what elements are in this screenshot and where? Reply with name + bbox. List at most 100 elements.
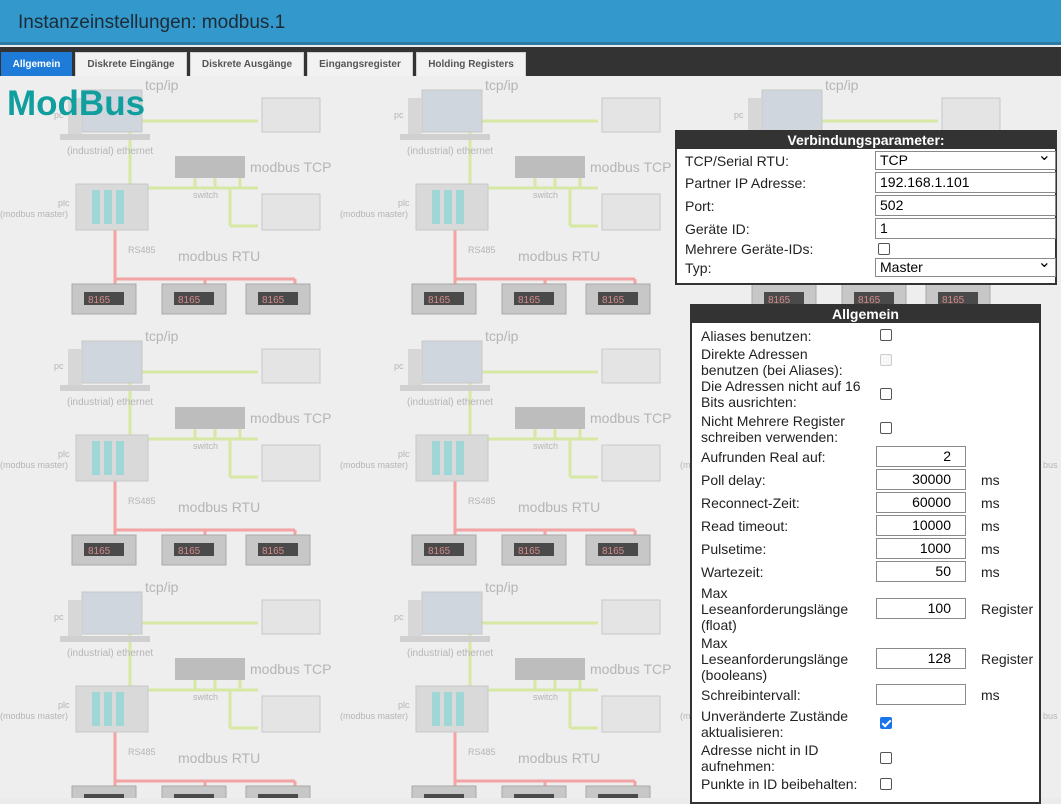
rs485-label: RS485 xyxy=(468,496,496,506)
tcp-device xyxy=(601,348,661,384)
modbus-rtu-label: modbus RTU xyxy=(178,499,260,515)
modbus-tcp-label: modbus TCP xyxy=(250,410,331,426)
read-timeout-input[interactable]: 10000 xyxy=(876,515,966,536)
pc-tower xyxy=(408,600,422,638)
plc-label: plc xyxy=(58,198,70,208)
modbus-tcp-label: modbus TCP xyxy=(590,410,671,426)
reconnect-label: Reconnect-Zeit: xyxy=(701,495,800,511)
plc-label: plc xyxy=(398,700,410,710)
tcp-device xyxy=(261,695,321,733)
switch-device xyxy=(515,156,585,178)
pc-monitor xyxy=(421,591,483,635)
ethernet-label: (industrial) ethernet xyxy=(67,146,153,157)
plc-module xyxy=(116,441,124,475)
pulsetime-input[interactable]: 1000 xyxy=(876,538,966,559)
mode-select[interactable]: TCP xyxy=(875,151,1056,170)
tcpip-label: tcp/ip xyxy=(485,579,519,595)
pc-label: pc xyxy=(394,612,404,622)
tcp-device xyxy=(261,348,321,384)
rs485-label: RS485 xyxy=(128,245,156,255)
tab-allgemein[interactable]: Allgemein xyxy=(1,52,72,76)
pc-tower xyxy=(68,600,82,638)
keep-points-checkbox[interactable] xyxy=(880,778,892,790)
plc-module xyxy=(444,692,452,726)
tcp-device xyxy=(601,444,661,482)
round-real-input[interactable]: 2 xyxy=(876,446,966,467)
mode-label: TCP/Serial RTU: xyxy=(685,153,789,169)
tcpip-label: tcp/ip xyxy=(145,579,179,595)
plc-module xyxy=(444,190,452,224)
ip-label: Partner IP Adresse: xyxy=(685,175,807,191)
plc-module xyxy=(116,692,124,726)
plc-module xyxy=(432,441,440,475)
tcp-device xyxy=(261,444,321,482)
read-timeout-unit: ms xyxy=(981,518,1000,534)
max-read-bool-unit: Register xyxy=(981,651,1034,667)
no-multi-write-checkbox[interactable] xyxy=(880,422,892,434)
edge-label-fragment: bus xyxy=(1043,711,1058,721)
device-id-input[interactable]: 1 xyxy=(875,218,1056,239)
tcpip-label: tcp/ip xyxy=(485,328,519,344)
use-aliases-checkbox[interactable] xyxy=(880,329,892,341)
modbus-rtu-label: modbus RTU xyxy=(518,499,600,515)
ip-input[interactable]: 192.168.1.101 xyxy=(875,172,1056,193)
read-timeout-label: Read timeout: xyxy=(701,518,789,534)
tcpip-label: tcp/ip xyxy=(145,328,179,344)
type-select[interactable]: Master xyxy=(875,258,1056,277)
tcpip-label: tcp/ip xyxy=(145,77,179,93)
switch-label: switch xyxy=(193,441,218,451)
no-multi-write-label: Nicht Mehrere Register schreiben verwend… xyxy=(701,413,845,445)
plc-module xyxy=(92,441,100,475)
pulsetime-unit: ms xyxy=(981,541,1000,557)
port-label: Port: xyxy=(685,198,715,214)
pc-monitor xyxy=(421,340,483,384)
write-interval-input[interactable] xyxy=(876,684,966,705)
pc-keyboard xyxy=(60,636,150,642)
switch-device xyxy=(515,407,585,429)
modbus-rtu-label: modbus RTU xyxy=(518,750,600,766)
modbus-tcp-label: modbus TCP xyxy=(250,661,331,677)
pc-tower xyxy=(408,98,422,136)
no-align-checkbox[interactable] xyxy=(880,388,892,400)
diagram-tile: 8165 8165 8165 tcp/ip pc (industrial) etherne… xyxy=(340,328,671,566)
plc-module xyxy=(432,190,440,224)
pc-keyboard xyxy=(60,134,150,140)
tcp-device xyxy=(261,97,321,133)
use-aliases-label: Aliases benutzen: xyxy=(701,328,812,344)
wait-unit: ms xyxy=(981,564,1000,580)
port-input[interactable]: 502 xyxy=(875,195,1056,216)
connection-panel: Verbindungsparameter: TCP/Serial RTU: TC… xyxy=(675,130,1057,285)
multi-ids-checkbox[interactable] xyxy=(878,243,890,255)
tab-diskrete-eingaenge[interactable]: Diskrete Eingänge xyxy=(75,52,187,76)
rtu-display-value: 8165 xyxy=(88,546,111,557)
tab-diskrete-ausgaenge[interactable]: Diskrete Ausgänge xyxy=(190,52,304,76)
multi-ids-label: Mehrere Geräte-IDs: xyxy=(685,241,814,257)
switch-label: switch xyxy=(533,190,558,200)
rtu-display-value: 8165 xyxy=(602,295,625,306)
update-unchanged-checkbox[interactable] xyxy=(880,717,892,729)
addr-not-in-id-checkbox[interactable] xyxy=(880,752,892,764)
pc-monitor xyxy=(761,89,823,133)
modbus-master-label: (modbus master) xyxy=(0,460,68,470)
max-read-float-input[interactable]: 100 xyxy=(876,598,966,619)
tab-eingangsregister[interactable]: Eingangsregister xyxy=(307,52,413,76)
rtu-display-value: 8165 xyxy=(88,295,111,306)
connection-panel-title: Verbindungsparameter: xyxy=(677,132,1055,149)
direct-addresses-checkbox[interactable] xyxy=(880,354,892,366)
modbus-rtu-label: modbus RTU xyxy=(518,248,600,264)
modbus-master-label: (modbus master) xyxy=(340,209,408,219)
title-bar: Instanzeinstellungen: modbus.1 xyxy=(0,0,1061,45)
plc-module xyxy=(104,692,112,726)
wait-input[interactable]: 50 xyxy=(876,561,966,582)
max-read-bool-label: Max Leseanforderungslänge (booleans) xyxy=(701,635,849,683)
reconnect-input[interactable]: 60000 xyxy=(876,492,966,513)
pc-tower xyxy=(408,349,422,387)
rtu-display-value: 8165 xyxy=(262,295,285,306)
tab-holding-registers[interactable]: Holding Registers xyxy=(416,52,526,76)
rs485-label: RS485 xyxy=(128,747,156,757)
max-read-bool-input[interactable]: 128 xyxy=(876,648,966,669)
modbus-master-label: (modbus master) xyxy=(0,209,68,219)
write-interval-label: Schreibintervall: xyxy=(701,687,801,703)
plc-module xyxy=(444,441,452,475)
poll-delay-input[interactable]: 30000 xyxy=(876,469,966,490)
